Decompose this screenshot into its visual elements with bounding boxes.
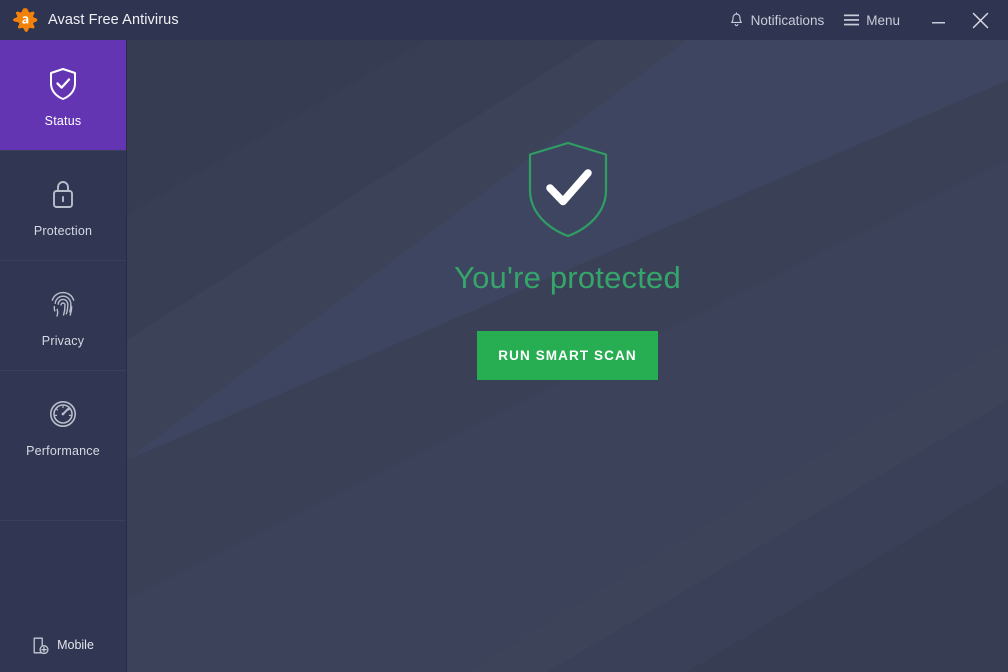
- sidebar: Status Protection Privacy Performance Mo…: [0, 40, 127, 672]
- sidebar-item-protection[interactable]: Protection: [0, 150, 126, 260]
- shield-check-icon: [48, 63, 78, 105]
- sidebar-item-label-mobile: Mobile: [57, 638, 94, 652]
- sidebar-item-label-status: Status: [44, 113, 82, 128]
- title-bar: Avast Free Antivirus Notifications Menu: [0, 0, 1008, 40]
- menu-button[interactable]: Menu: [834, 0, 910, 40]
- sidebar-item-mobile[interactable]: Mobile: [0, 630, 126, 660]
- sidebar-item-label-performance: Performance: [26, 443, 100, 458]
- sidebar-item-label-protection: Protection: [33, 223, 93, 238]
- notifications-label: Notifications: [750, 12, 825, 28]
- close-icon: [971, 11, 990, 30]
- titlebar-controls: Notifications Menu: [719, 0, 1008, 40]
- sidebar-item-label-privacy: Privacy: [41, 333, 85, 348]
- avast-logo-icon: [13, 7, 39, 33]
- sidebar-item-performance[interactable]: Performance: [0, 370, 126, 480]
- mobile-add-icon: [32, 636, 49, 655]
- fingerprint-icon: [48, 283, 78, 325]
- minimize-icon: [931, 14, 946, 26]
- minimize-button[interactable]: [920, 0, 956, 40]
- shield-check-large-icon: [525, 140, 611, 240]
- lock-icon: [49, 173, 77, 215]
- sidebar-divider: [0, 520, 126, 521]
- menu-label: Menu: [866, 12, 900, 28]
- bell-icon: [729, 12, 744, 28]
- window-title: Avast Free Antivirus: [48, 12, 179, 28]
- hamburger-icon: [844, 14, 860, 26]
- run-smart-scan-button[interactable]: RUN SMART SCAN: [477, 331, 658, 380]
- status-content: You're protected RUN SMART SCAN: [127, 40, 1008, 672]
- speedometer-icon: [47, 393, 79, 435]
- avast-window: Avast Free Antivirus Notifications Menu …: [0, 0, 1008, 672]
- sidebar-item-status[interactable]: Status: [0, 40, 126, 150]
- status-headline: You're protected: [454, 260, 681, 295]
- sidebar-item-privacy[interactable]: Privacy: [0, 260, 126, 370]
- notifications-button[interactable]: Notifications: [719, 0, 835, 40]
- main-panel: You're protected RUN SMART SCAN: [127, 40, 1008, 672]
- close-button[interactable]: [962, 0, 998, 40]
- brand: Avast Free Antivirus: [0, 0, 179, 40]
